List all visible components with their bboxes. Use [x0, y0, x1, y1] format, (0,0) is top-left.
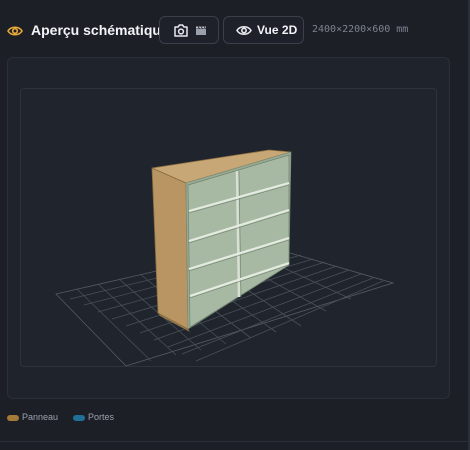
legend-label: Portes: [88, 412, 115, 422]
eye-icon: [236, 25, 252, 36]
clapperboard-icon: [196, 26, 206, 35]
divider: [0, 441, 470, 442]
3d-viewport[interactable]: [20, 88, 437, 367]
camera-icon: [174, 24, 188, 37]
side-panel: [151, 167, 189, 330]
capture-button[interactable]: [159, 16, 219, 44]
legend-swatch: [7, 415, 19, 421]
3d-scene: [55, 149, 395, 366]
bookcase-model: [151, 149, 292, 332]
view-2d-button[interactable]: Vue 2D: [223, 16, 304, 44]
page-title: Aperçu schématique: [31, 22, 169, 38]
legend-swatch: [73, 415, 85, 421]
view-2d-label: Vue 2D: [257, 23, 298, 37]
preview-header: Aperçu schématique Vue 2D 2400×2200×600 …: [0, 12, 470, 50]
eye-icon: [7, 26, 23, 36]
dimensions-readout: 2400×2200×600 mm: [312, 24, 409, 35]
legend-label: Panneau: [22, 412, 59, 422]
